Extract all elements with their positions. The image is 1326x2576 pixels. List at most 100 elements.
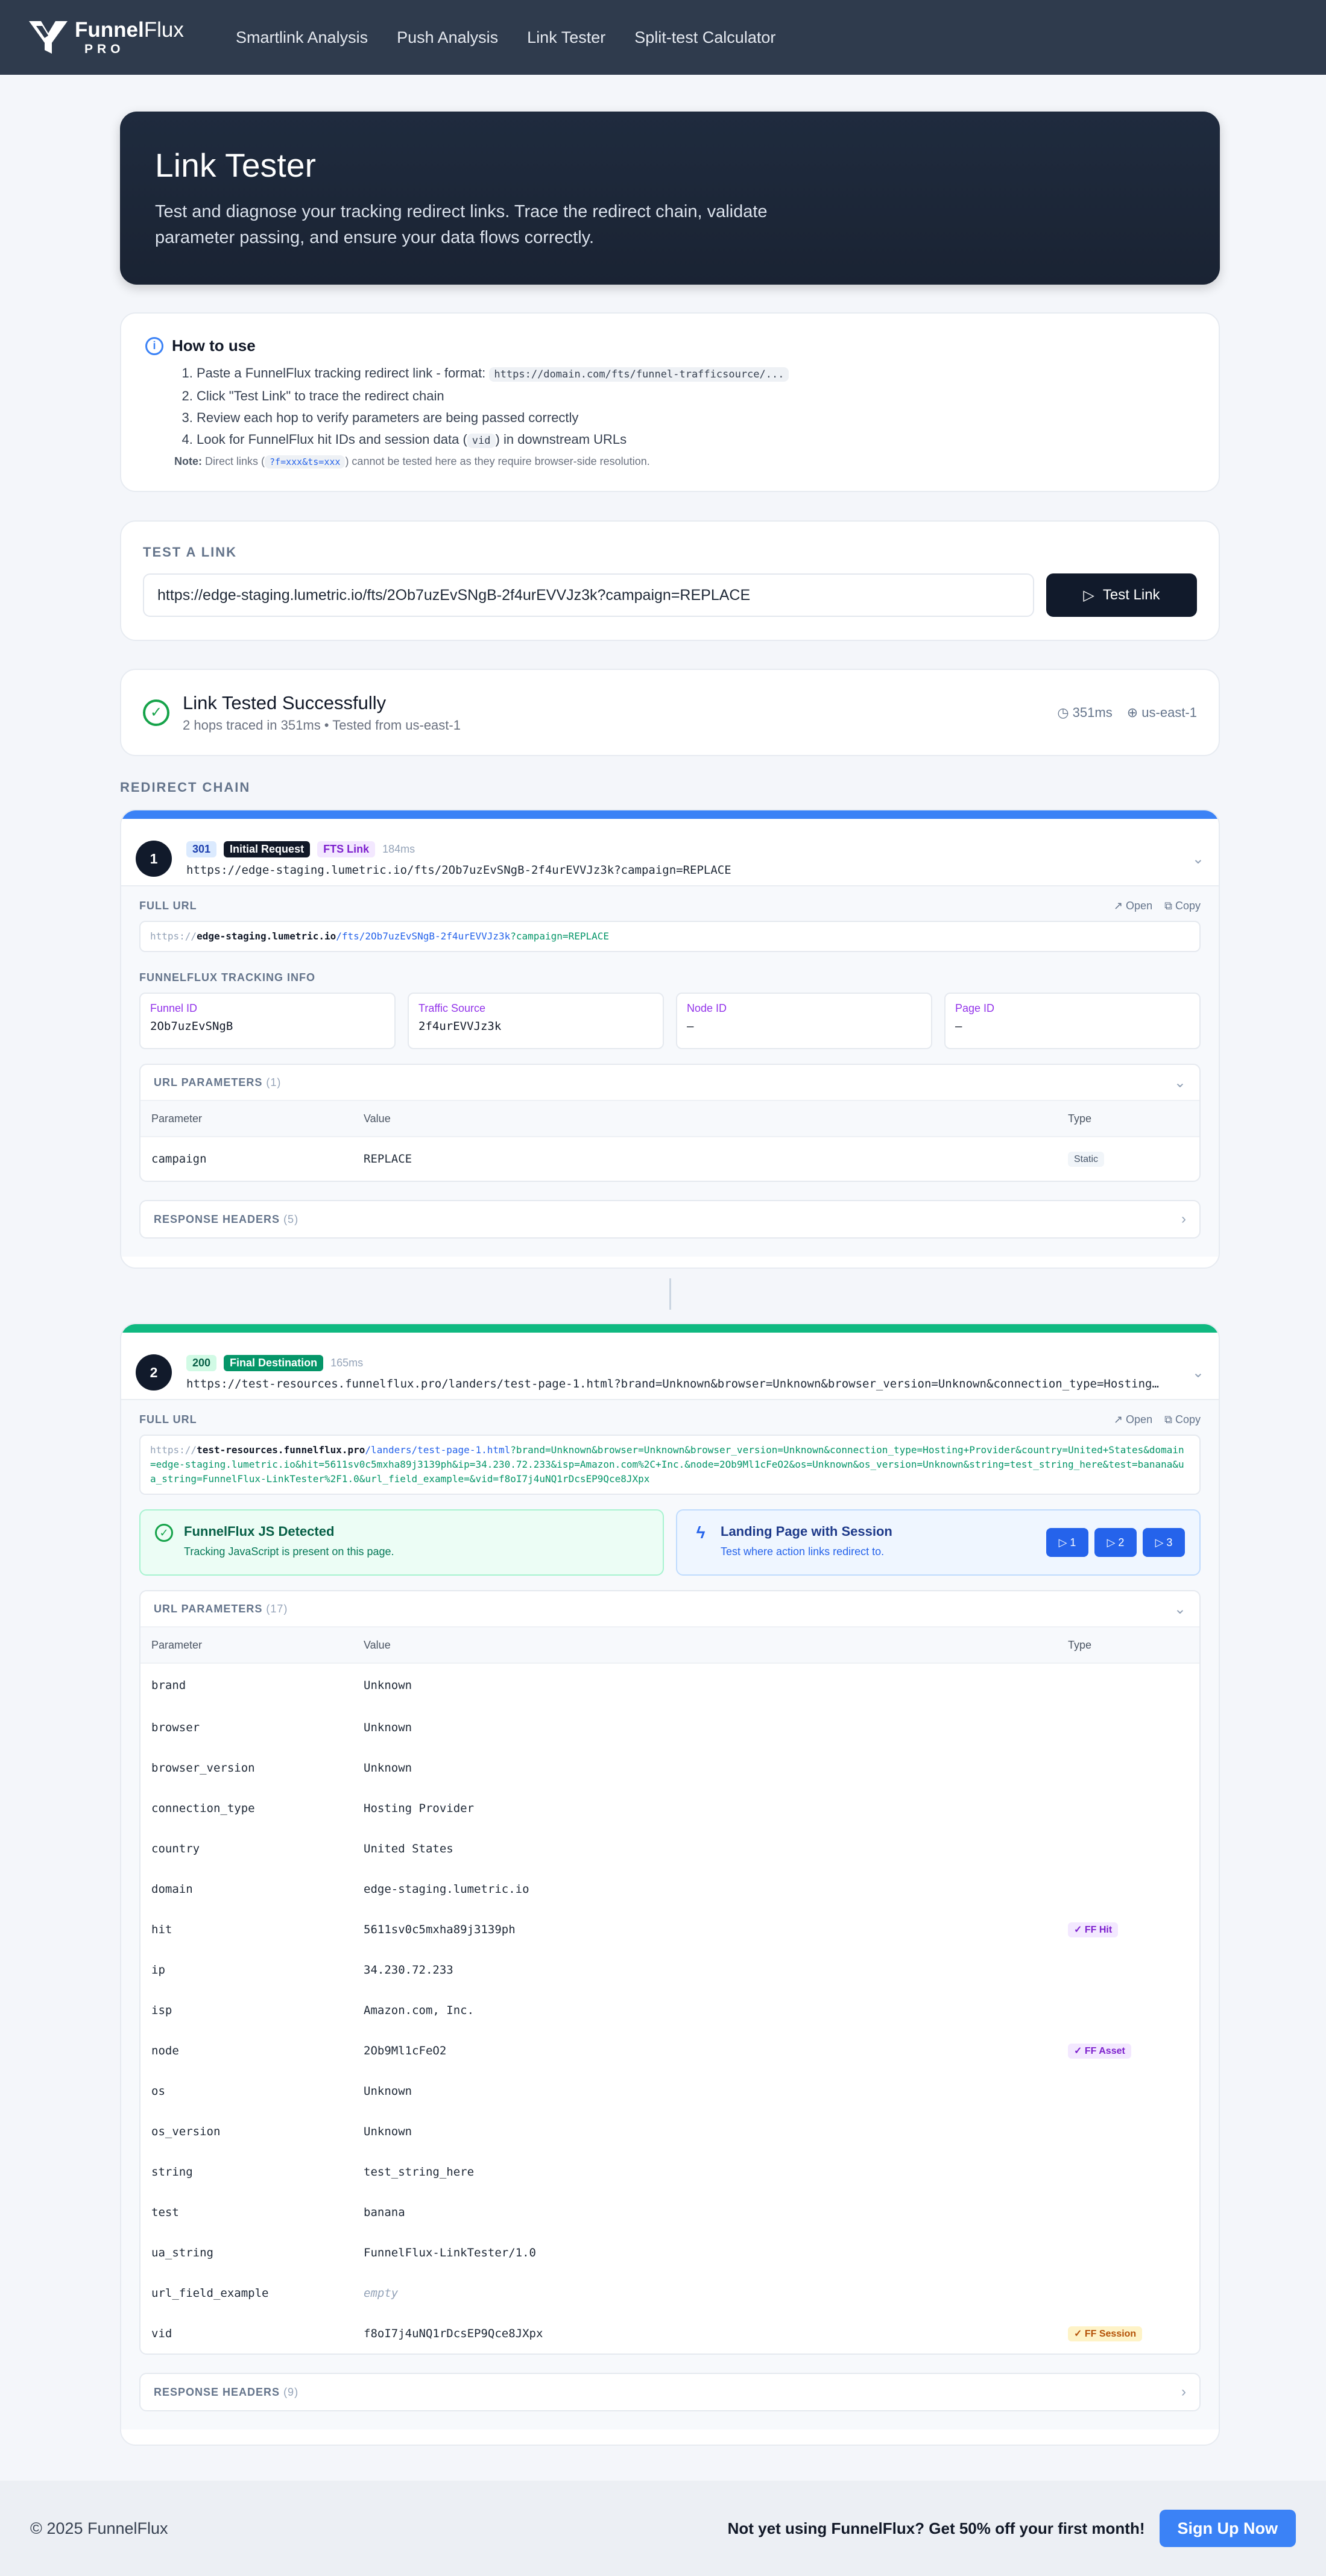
redirect-hop-2: 2 200 Final Destination 165ms https://te… <box>120 1323 1220 2446</box>
hop-url: https://test-resources.funnelflux.pro/la… <box>186 1377 1159 1391</box>
nav-smartlink-analysis[interactable]: Smartlink Analysis <box>236 28 368 47</box>
test-link-label: TEST A LINK <box>143 545 238 560</box>
how-to-step: Look for FunnelFlux hit IDs and session … <box>197 429 1195 452</box>
clock-icon: ◷ <box>1057 704 1069 720</box>
info-icon: i <box>145 336 163 355</box>
result-title: Link Tested Successfully <box>183 692 387 713</box>
chevron-down-icon: ⌄ <box>1173 1600 1186 1617</box>
js-detected-title: FunnelFlux JS Detected <box>184 1524 335 1539</box>
page-subtitle: Test and diagnose your tracking redirect… <box>155 202 768 247</box>
funnelflux-logo-icon <box>29 21 68 54</box>
open-url-button[interactable]: ↗ Open <box>1114 900 1152 912</box>
table-row: browser_version Unknown <box>151 1761 412 1775</box>
landing-page-session-panel: ϟ Landing Page with Session Test where a… <box>676 1509 1201 1576</box>
test-link-button[interactable]: ▷ Test Link <box>1046 573 1197 617</box>
table-row: os_version Unknown <box>151 2124 412 2138</box>
copy-url-button[interactable]: ⧉ Copy <box>1164 900 1201 912</box>
params-table-header: Parameter Value Type <box>140 1627 1199 1664</box>
external-link-icon: ↗ <box>1113 1413 1123 1425</box>
table-row: campaign REPLACE Static <box>140 1137 1199 1181</box>
type-badge: Static <box>1068 1152 1105 1167</box>
table-row: isp Amazon.com, Inc. <box>151 2003 475 2017</box>
how-to-steps: Paste a FunnelFlux tracking redirect lin… <box>197 362 1195 452</box>
action-link-3-button[interactable]: ▷ 3 <box>1143 1528 1185 1557</box>
hop-duration: 184ms <box>382 842 415 855</box>
url-parameters-toggle[interactable]: URL PARAMETERS (17) ⌄ <box>140 1591 1199 1627</box>
landing-page-subtitle: Test where action links redirect to. <box>721 1545 885 1558</box>
params-table-header: Parameter Value Type <box>140 1101 1199 1137</box>
hop-duration: 165ms <box>330 1356 364 1369</box>
redirect-hop-1: 1 301 Initial Request FTS Link 184ms htt… <box>120 809 1220 1269</box>
copy-url-button[interactable]: ⧉ Copy <box>1164 1413 1201 1426</box>
brand-name-light: Flux <box>144 18 184 42</box>
status-code-badge: 200 <box>186 1354 217 1371</box>
result-summary-card: ✓ Link Tested Successfully 2 hops traced… <box>120 669 1220 756</box>
brand-name-bold: Funnel <box>75 18 144 42</box>
node-id-cell: Node ID — <box>676 993 932 1049</box>
how-to-note: Note: Direct links (?f=xxx&ts=xxx) canno… <box>174 455 650 469</box>
funnel-id-cell: Funnel ID 2Ob7uzEvSNgB <box>139 993 396 1049</box>
type-badge: ✓ FF Hit <box>1068 1922 1119 1937</box>
url-parameters-panel: URL PARAMETERS (17) ⌄ Parameter Value Type… <box>139 1590 1201 2355</box>
chevron-right-icon: › <box>1181 1211 1186 1227</box>
nav-push-analysis[interactable]: Push Analysis <box>397 28 498 47</box>
table-row: node 2Ob9Ml1cFeO2 ✓ FF Asset <box>140 2030 1199 2071</box>
globe-icon: ⊕ <box>1126 704 1138 720</box>
link-url-input[interactable] <box>143 573 1034 617</box>
hop-url: https://edge-staging.lumetric.io/fts/2Ob… <box>186 863 731 877</box>
table-row: browser Unknown <box>151 1720 412 1734</box>
action-link-1-button[interactable]: ▷ 1 <box>1046 1528 1088 1557</box>
table-row: country United States <box>151 1842 453 1855</box>
how-to-step: Paste a FunnelFlux tracking redirect lin… <box>197 362 1195 385</box>
table-row: connection_type Hosting Provider <box>151 1801 475 1815</box>
table-row: ua_string FunnelFlux-LinkTester/1.0 <box>151 2246 536 2259</box>
type-badge: ✓ FF Session <box>1068 2326 1143 2341</box>
result-subtitle: 2 hops traced in 351ms • Tested from us-… <box>183 717 461 733</box>
nav-link-tester[interactable]: Link Tester <box>527 28 605 47</box>
nav-split-test-calculator[interactable]: Split-test Calculator <box>634 28 775 47</box>
table-row: ip 34.230.72.233 <box>151 1963 453 1977</box>
hop-header[interactable]: 2 200 Final Destination 165ms https://te… <box>121 1333 1219 1400</box>
sign-up-button[interactable]: Sign Up Now <box>1159 2510 1296 2547</box>
table-row: url_field_example empty <box>151 2286 399 2300</box>
url-parameters-panel: URL PARAMETERS (1) ⌄ Parameter Value Type … <box>139 1064 1201 1182</box>
table-row: hit 5611sv0c5mxha89j3139ph ✓ FF Hit <box>140 1909 1199 1949</box>
how-to-title: How to use <box>172 336 256 355</box>
chevron-down-icon[interactable]: ⌄ <box>1192 1364 1204 1381</box>
js-detected-subtitle: Tracking JavaScript is present on this p… <box>184 1545 394 1558</box>
action-link-2-button[interactable]: ▷ 2 <box>1094 1528 1137 1557</box>
response-headers-toggle[interactable]: RESPONSE HEADERS (9) › <box>140 2374 1199 2410</box>
url-parameters-toggle[interactable]: URL PARAMETERS (1) ⌄ <box>140 1065 1199 1101</box>
result-region: ⊕ us-east-1 <box>1126 704 1197 720</box>
hop-header[interactable]: 1 301 Initial Request FTS Link 184ms htt… <box>121 819 1219 886</box>
fts-link-badge: FTS Link <box>317 841 376 857</box>
chevron-down-icon[interactable]: ⌄ <box>1192 850 1204 868</box>
chevron-right-icon: › <box>1181 2384 1186 2400</box>
full-url-label: FULL URL <box>139 900 197 912</box>
tracking-info-label: FUNNELFLUX TRACKING INFO <box>139 971 315 983</box>
external-link-icon: ↗ <box>1113 900 1123 912</box>
hop-status-bar <box>121 810 1219 819</box>
table-row: os Unknown <box>151 2084 412 2098</box>
brand-logo[interactable]: FunnelFlux PRO <box>28 19 209 55</box>
table-row: test banana <box>151 2205 405 2219</box>
how-to-card: i How to use Paste a FunnelFlux tracking… <box>120 312 1220 492</box>
brand-tier: PRO <box>84 42 125 56</box>
hop-number: 1 <box>136 841 172 877</box>
hop-status-bar <box>121 1324 1219 1333</box>
full-url-box: https://test-resources.funnelflux.pro/la… <box>139 1435 1201 1495</box>
hop-type-badge: Initial Request <box>224 841 311 857</box>
footer: © 2025 FunnelFlux Not yet using FunnelFl… <box>0 2481 1326 2576</box>
redirect-chain-label: REDIRECT CHAIN <box>120 780 251 795</box>
hop-type-badge: Final Destination <box>224 1354 324 1371</box>
full-url-box: https://edge-staging.lumetric.io/fts/2Ob… <box>139 921 1201 952</box>
response-headers-toggle[interactable]: RESPONSE HEADERS (5) › <box>140 1201 1199 1237</box>
hero-banner: Link Tester Test and diagnose your track… <box>120 112 1220 285</box>
promo-text: Not yet using FunnelFlux? Get 50% off yo… <box>727 2519 1145 2537</box>
open-url-button[interactable]: ↗ Open <box>1114 1413 1152 1426</box>
check-circle-icon: ✓ <box>155 1524 173 1542</box>
landing-page-title: Landing Page with Session <box>721 1524 892 1539</box>
copyright: © 2025 FunnelFlux <box>30 2519 168 2537</box>
status-code-badge: 301 <box>186 841 217 857</box>
copy-icon: ⧉ <box>1164 1413 1172 1425</box>
